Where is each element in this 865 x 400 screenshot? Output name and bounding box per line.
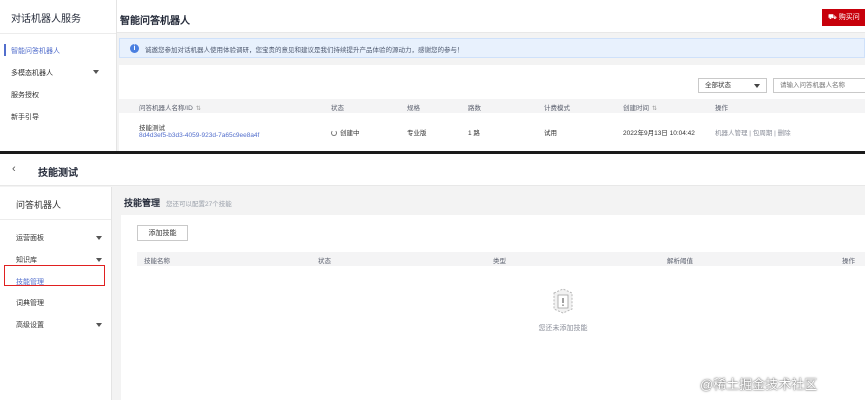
add-skill-button[interactable]: 添加技能 xyxy=(137,225,188,241)
chevron-down-icon[interactable] xyxy=(96,323,102,327)
status-filter-select[interactable]: 全部状态 xyxy=(698,78,767,93)
sidebar-divider xyxy=(0,219,111,220)
bot-list-panel: 对话机器人服务 智能问答机器人 多模态机器人 服务授权 新手引导 智能问答机器人… xyxy=(0,0,865,151)
column-header-name[interactable]: 问答机器人名称/ID ⇅ xyxy=(139,102,201,112)
skill-table-card: 添加技能 技能名称 状态 类型 解析阈值 操作 您还未添加技能 xyxy=(121,215,865,400)
chevron-left-icon[interactable]: ‹ xyxy=(12,163,16,175)
chevron-down-icon[interactable] xyxy=(96,236,102,240)
sidebar-item-operations[interactable]: 运营面板 xyxy=(16,233,44,243)
skill-quota-text: 您还可以配置27个技能 xyxy=(166,201,232,208)
sidebar-bot-name: 问答机器人 xyxy=(16,200,62,210)
sidebar-item-multimodal-bot[interactable]: 多模态机器人 xyxy=(11,68,53,78)
notice-text[interactable]: 诚邀您参加对话机器人使用体验调研，您宝贵的意见和建议是我们持续提升产品体验的源动… xyxy=(145,44,464,54)
detail-title: 技能测试 xyxy=(38,168,78,179)
column-header-type: 类型 xyxy=(493,258,506,265)
table-header: 技能名称 状态 类型 解析阈值 操作 xyxy=(137,252,865,266)
page-header: 智能问答机器人 ⛟ 购买问 xyxy=(117,0,865,33)
billing-value: 试用 xyxy=(544,130,557,137)
loading-spinner-icon xyxy=(331,130,337,136)
column-header-status: 状态 xyxy=(331,105,344,112)
column-header-ops: 操作 xyxy=(715,105,728,112)
service-sidebar: 对话机器人服务 智能问答机器人 多模态机器人 服务授权 新手引导 xyxy=(0,0,117,151)
buy-button-label: 购买问 xyxy=(838,14,860,21)
sidebar-item-advanced[interactable]: 高级设置 xyxy=(16,320,44,330)
sidebar-item-qa-bot[interactable]: 智能问答机器人 xyxy=(11,46,60,56)
content-title: 技能管理 xyxy=(124,198,161,208)
sort-icon[interactable]: ⇅ xyxy=(196,105,201,112)
created-time: 2022年9月13日 10:04:42 xyxy=(623,130,695,137)
column-header-billing: 计费模式 xyxy=(544,105,570,112)
watermark: @稀土掘金技术社区 xyxy=(700,377,818,392)
page-title: 智能问答机器人 xyxy=(120,16,190,27)
table-header: 问答机器人名称/ID ⇅ 状态 规格 路数 计费模式 创建时间 ⇅ 操作 xyxy=(119,99,865,113)
sidebar-item-guide[interactable]: 新手引导 xyxy=(11,112,39,122)
chevron-down-icon[interactable] xyxy=(96,258,102,262)
survey-notice: i 诚邀您参加对话机器人使用体验调研，您宝贵的意见和建议是我们持续提升产品体验的… xyxy=(119,38,865,58)
buy-button[interactable]: ⛟ 购买问 xyxy=(822,9,865,26)
sidebar-divider xyxy=(0,33,116,34)
lines-value: 1 路 xyxy=(468,130,480,137)
delete-link[interactable]: 删除 xyxy=(778,130,791,137)
bot-search-input[interactable] xyxy=(773,78,865,93)
spec-value: 专业版 xyxy=(407,130,427,137)
chevron-down-icon xyxy=(754,84,760,88)
empty-state: 您还未添加技能 xyxy=(121,287,865,347)
row-actions: 机器人管理 | 包周期 | 删除 xyxy=(715,130,791,137)
column-header-threshold: 解析阈值 xyxy=(667,258,693,265)
column-header-lines: 路数 xyxy=(468,105,481,112)
column-header-ops: 操作 xyxy=(842,258,855,265)
service-title: 对话机器人服务 xyxy=(11,14,81,25)
status-badge: 创建中 xyxy=(331,127,360,137)
info-icon: i xyxy=(130,44,139,53)
cart-icon: ⛟ xyxy=(828,14,837,21)
skill-management-panel: ‹ 技能测试 问答机器人 运营面板 知识库 技能管理 词典管理 高级设置 技能管… xyxy=(0,154,865,400)
column-header-status: 状态 xyxy=(318,258,331,265)
column-header-skill-name: 技能名称 xyxy=(144,258,170,265)
bot-id-link[interactable]: 8d4d3ef5-b3d3-4059-923d-7a65c9ee8a4f xyxy=(139,132,259,139)
status-filter-value: 全部状态 xyxy=(705,82,731,89)
bot-sidebar: 问答机器人 运营面板 知识库 技能管理 词典管理 高级设置 xyxy=(0,187,112,400)
empty-state-text: 您还未添加技能 xyxy=(538,325,588,332)
bot-manage-link[interactable]: 机器人管理 xyxy=(715,130,748,137)
skill-content: 技能管理 您还可以配置27个技能 添加技能 技能名称 状态 类型 解析阈值 操作 xyxy=(112,187,865,400)
detail-header: ‹ 技能测试 xyxy=(0,154,865,186)
active-indicator xyxy=(4,44,6,56)
sidebar-item-authorization[interactable]: 服务授权 xyxy=(11,90,39,100)
sidebar-item-dictionary[interactable]: 词典管理 xyxy=(16,298,44,308)
sort-icon[interactable]: ⇅ xyxy=(652,105,657,112)
empty-box-icon xyxy=(553,288,573,314)
sidebar-item-knowledge[interactable]: 知识库 xyxy=(16,255,37,265)
bot-table-card: 全部状态 问答机器人名称/ID⇅ 状态 规格 路数 计费模式 创建时间⇅ 操作 … xyxy=(119,65,865,151)
chevron-down-icon[interactable] xyxy=(93,70,99,74)
highlight-box xyxy=(4,265,105,286)
subscribe-link[interactable]: 包周期 xyxy=(753,130,773,137)
column-header-spec: 规格 xyxy=(407,105,420,112)
screenshot-root: 对话机器人服务 智能问答机器人 多模态机器人 服务授权 新手引导 智能问答机器人… xyxy=(0,0,865,400)
bot-name: 技能测试 xyxy=(139,125,165,132)
column-header-created[interactable]: 创建时间 ⇅ xyxy=(623,102,657,112)
